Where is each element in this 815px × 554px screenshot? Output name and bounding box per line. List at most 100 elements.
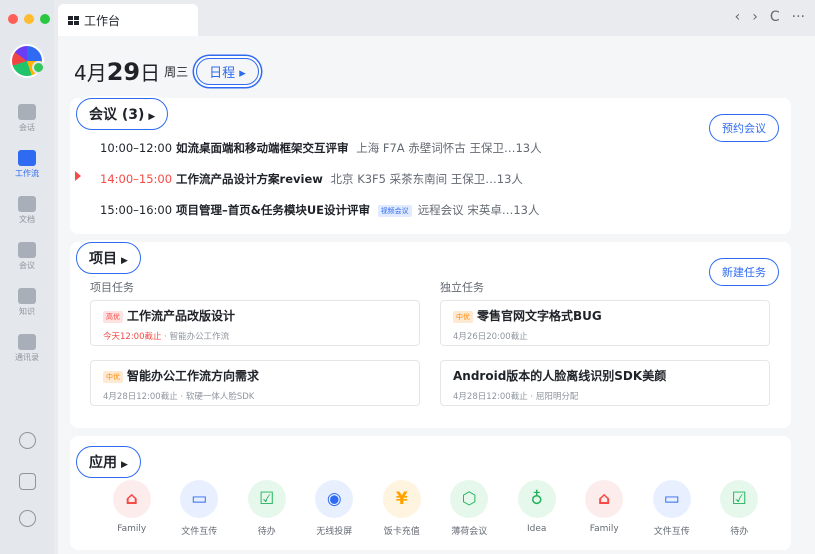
app-label: 待办 — [730, 527, 749, 537]
app-label: 饭卡充值 — [383, 527, 420, 537]
schedule-button[interactable]: 日程 ▸ — [196, 57, 259, 85]
refresh-button[interactable]: C — [770, 9, 780, 25]
date-day: 29 — [106, 57, 141, 86]
task-meta-row: 4月28日12:00截止 · 软硬一体人脸SDK — [103, 390, 407, 402]
priority-badge: 中优 — [453, 310, 473, 323]
book-icon — [18, 288, 36, 304]
caret-right-icon: ▶ — [121, 256, 128, 266]
app-label: 薄荷会议 — [451, 527, 488, 537]
meetings-section-toggle[interactable]: 会议 (3) ▶ — [76, 98, 169, 130]
priority-badge: 高优 — [103, 310, 123, 323]
app-tile[interactable]: ☑ 待办 — [706, 480, 774, 537]
caret-right-icon: ▶ — [121, 460, 128, 470]
nav-item-meeting[interactable]: 会议 — [0, 242, 54, 271]
solo-tasks-label: 独立任务 — [440, 281, 484, 294]
meeting-title: 工作流产品设计方案review — [176, 172, 323, 186]
forward-button[interactable]: › — [752, 9, 758, 25]
tab-bar: 工作台 ‹ › C ··· — [54, 0, 815, 36]
maximize-window-button[interactable] — [40, 14, 50, 24]
meeting-item[interactable]: 10:00–12:00 如流桌面端和移动端框架交互评审 上海 F7A 赤壁词怀古 … — [100, 140, 542, 156]
chat-icon — [18, 104, 36, 120]
task-due: 4月28日12:00截止 — [103, 392, 178, 402]
task-title-row: 中优 零售官网文字格式BUG — [453, 307, 757, 324]
task-meta: · 屈阳明分配 — [527, 392, 579, 402]
cast-icon: ◉ — [315, 480, 354, 518]
meetings-title: 会议 (3) — [89, 107, 145, 123]
meeting-time: 10:00–12:00 — [100, 141, 173, 155]
task-meta: · 软硬一体人脸SDK — [177, 392, 255, 402]
app-label: 文件互传 — [181, 527, 218, 537]
nav-label: 通讯录 — [15, 353, 39, 362]
project-tasks-label: 项目任务 — [90, 281, 134, 294]
back-button[interactable]: ‹ — [735, 9, 741, 25]
phone-icon[interactable] — [19, 432, 36, 449]
task-title: 零售官网文字格式BUG — [477, 309, 602, 323]
transfer-icon: ▭ — [652, 480, 691, 518]
nav-item-contacts[interactable]: 通讯录 — [0, 334, 54, 363]
apps-title: 应用 — [89, 455, 117, 471]
window-controls: ‹ › C ··· — [735, 9, 805, 25]
more-button[interactable]: ··· — [792, 9, 805, 25]
app-label: Family — [589, 524, 619, 534]
task-card[interactable]: 中优 智能办公工作流方向需求 4月28日12:00截止 · 软硬一体人脸SDK — [90, 360, 420, 406]
app-tile[interactable]: ◉ 无线投屏 — [301, 480, 369, 537]
task-meta-row: 今天12:00截止 · 智能办公工作流 — [103, 330, 407, 342]
task-due: 4月26日20:00截止 — [453, 332, 528, 342]
app-tile[interactable]: ♁ Idea — [503, 480, 571, 537]
app-tile[interactable]: ⌂ Family — [98, 480, 166, 537]
projects-section-toggle[interactable]: 项目 ▶ — [76, 242, 141, 274]
task-title-row: Android版本的人脸离线识别SDK美颜 — [453, 367, 757, 384]
contacts-icon — [18, 334, 36, 350]
app-tile[interactable]: ⬡ 薄荷会议 — [436, 480, 504, 537]
book-meeting-button[interactable]: 预约会议 — [709, 114, 779, 142]
new-task-button[interactable]: 新建任务 — [709, 258, 779, 286]
app-tile[interactable]: ¥ 饭卡充值 — [368, 480, 436, 537]
apps-card: 应用 ▶ ⌂ Family ▭ 文件互传 ☑ 待办 ◉ 无线投屏 ¥ 饭卡充值 ⬡ 薄荷会议 ♁ Idea ⌂… — [70, 436, 791, 550]
more-icon[interactable] — [19, 510, 36, 527]
app-label: 无线投屏 — [316, 527, 353, 537]
app-label: 待办 — [257, 527, 276, 537]
nav-label: 会议 — [19, 261, 35, 270]
app-tile[interactable]: ▭ 文件互传 — [638, 480, 706, 537]
meeting-title: 项目管理–首页&任务模块UE设计评审 — [176, 203, 371, 217]
nav-label: 会话 — [19, 123, 35, 132]
meeting-time: 14:00–15:00 — [100, 172, 173, 186]
nav-item-knowledge[interactable]: 知识 — [0, 288, 54, 317]
meeting-item[interactable]: 15:00–16:00 项目管理–首页&任务模块UE设计评审 视频会议 远程会议 宋… — [100, 202, 539, 218]
meetings-card: 会议 (3) ▶ 预约会议 10:00–12:00 如流桌面端和移动端框架交互评审 … — [70, 98, 791, 234]
task-title: 智能办公工作流方向需求 — [127, 369, 260, 383]
home-icon: ⌂ — [112, 480, 151, 518]
current-time-indicator-icon — [75, 171, 81, 181]
task-card[interactable]: 高优 工作流产品改版设计 今天12:00截止 · 智能办公工作流 — [90, 300, 420, 346]
apps-section-toggle[interactable]: 应用 ▶ — [76, 446, 141, 478]
task-title: 工作流产品改版设计 — [127, 309, 236, 323]
caret-right-icon: ▶ — [148, 112, 156, 122]
task-meta-row: 4月28日12:00截止 · 屈阳明分配 — [453, 390, 757, 402]
home-icon: ⌂ — [585, 480, 624, 518]
nav-label: 文档 — [19, 215, 35, 224]
transfer-icon: ▭ — [180, 480, 219, 518]
minimize-window-button[interactable] — [24, 14, 34, 24]
nav-item-docs[interactable]: 文档 — [0, 196, 54, 225]
save-icon[interactable] — [19, 473, 36, 490]
apps-row: ⌂ Family ▭ 文件互传 ☑ 待办 ◉ 无线投屏 ¥ 饭卡充值 ⬡ 薄荷会议 ♁ Idea ⌂ Fami… — [98, 480, 773, 537]
projects-card: 项目 ▶ 新建任务 项目任务 独立任务 高优 工作流产品改版设计 今天12:00截止… — [70, 242, 791, 428]
nav-item-chat[interactable]: 会话 — [0, 104, 54, 133]
video-meeting-badge: 视频会议 — [377, 204, 412, 217]
yen-icon: ¥ — [382, 480, 421, 518]
app-tile[interactable]: ☑ 待办 — [233, 480, 301, 537]
task-card[interactable]: 中优 零售官网文字格式BUG 4月26日20:00截止 — [440, 300, 770, 346]
close-window-button[interactable] — [8, 14, 18, 24]
task-card[interactable]: Android版本的人脸离线识别SDK美颜 4月28日12:00截止 · 屈阳明… — [440, 360, 770, 406]
app-tile[interactable]: ▭ 文件互传 — [166, 480, 234, 537]
mint-icon: ⬡ — [450, 480, 489, 518]
tab-workbench[interactable]: 工作台 — [58, 4, 198, 36]
app-tile[interactable]: ⌂ Family — [571, 480, 639, 537]
task-title: Android版本的人脸离线识别SDK美颜 — [453, 369, 667, 383]
nav-label: 知识 — [19, 307, 35, 316]
priority-badge: 中优 — [103, 370, 123, 383]
avatar[interactable] — [10, 44, 45, 78]
task-due: 今天12:00截止 — [103, 332, 162, 342]
meeting-item-current[interactable]: 14:00–15:00 工作流产品设计方案review 北京 K3F5 采茶东南间… — [100, 171, 523, 187]
nav-item-workflow[interactable]: 工作流 — [0, 150, 54, 179]
